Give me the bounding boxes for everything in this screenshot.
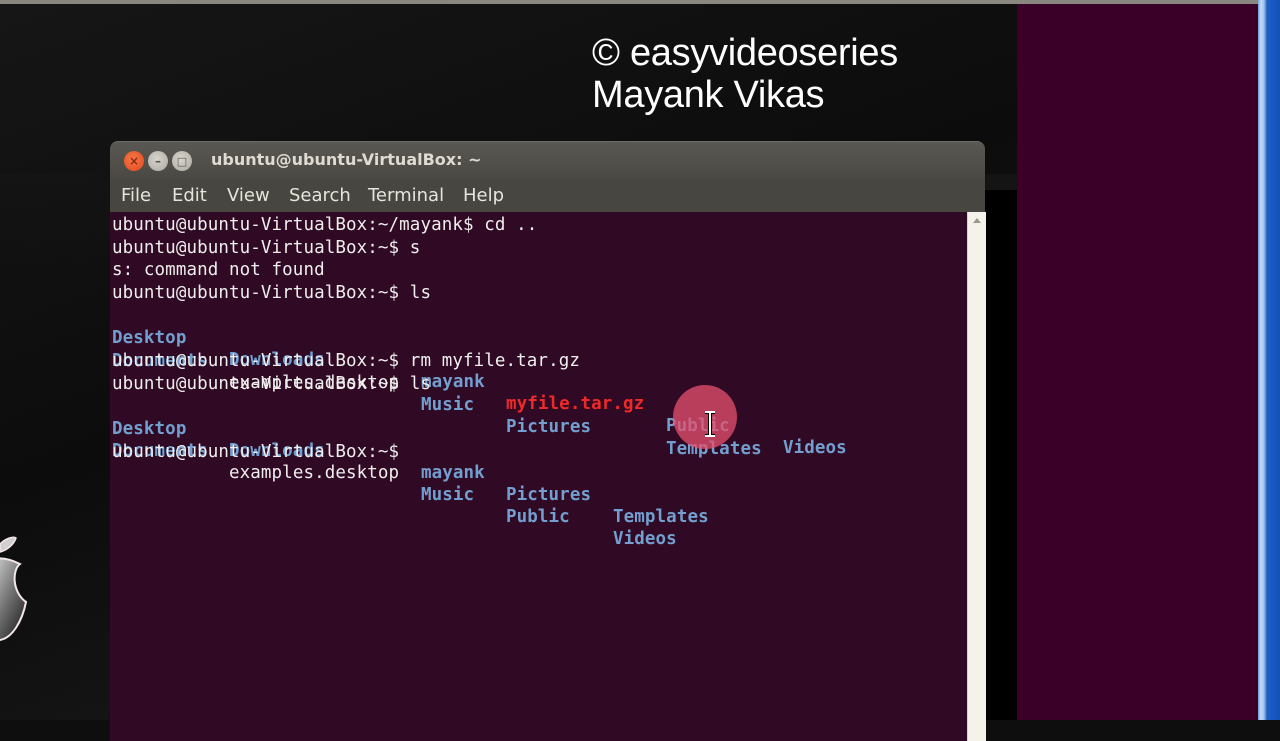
terminal-line: ubuntu@ubuntu-VirtualBox:~/mayank$ cd .. bbox=[112, 215, 538, 235]
background-terminal-window bbox=[1017, 4, 1258, 720]
apple-logo-icon bbox=[0, 536, 28, 642]
terminal-line: ubuntu@ubuntu-VirtualBox:~$ s bbox=[112, 237, 421, 258]
watermark-copyright: © easyvideoseries bbox=[592, 32, 898, 74]
menu-terminal[interactable]: Terminal bbox=[368, 185, 444, 206]
terminal-line: ubuntu@ubuntu-VirtualBox:~$ ls bbox=[112, 373, 432, 394]
host-window-border bbox=[1258, 0, 1280, 720]
menu-file[interactable]: File bbox=[121, 185, 151, 206]
terminal-line: s: command not found bbox=[112, 260, 325, 281]
terminal-window: × – □ ubuntu@ubuntu-VirtualBox: ~ File E… bbox=[110, 141, 986, 741]
scroll-up-arrow-icon[interactable] bbox=[973, 218, 981, 223]
window-title: ubuntu@ubuntu-VirtualBox: ~ bbox=[211, 150, 482, 169]
ls-entry-directory: mayank bbox=[421, 462, 485, 483]
close-button[interactable]: × bbox=[124, 151, 144, 171]
terminal-output[interactable]: ubuntu@ubuntu-VirtualBox:~/mayank$ cd ..… bbox=[110, 212, 967, 741]
menu-view[interactable]: View bbox=[227, 185, 270, 206]
terminal-scrollbar[interactable] bbox=[967, 212, 986, 741]
maximize-icon: □ bbox=[176, 154, 188, 168]
close-icon: × bbox=[128, 154, 140, 168]
ls-entry-directory: Pictures bbox=[506, 484, 592, 505]
maximize-button[interactable]: □ bbox=[172, 151, 192, 171]
watermark: © easyvideoseries Mayank Vikas bbox=[592, 32, 898, 116]
ls-output-row: Documents examples.desktop Music Public … bbox=[112, 418, 872, 549]
menu-bar: File Edit View Search Terminal Help bbox=[110, 179, 985, 213]
menu-help[interactable]: Help bbox=[463, 185, 504, 206]
ls-entry-directory: Templates bbox=[613, 506, 709, 527]
ls-entry-file: examples.desktop bbox=[229, 463, 400, 484]
title-bar[interactable]: × – □ ubuntu@ubuntu-VirtualBox: ~ bbox=[110, 141, 985, 180]
terminal-line: ubuntu@ubuntu-VirtualBox:~$ ls bbox=[112, 283, 432, 304]
menu-edit[interactable]: Edit bbox=[172, 185, 207, 206]
window-shadow-gap bbox=[985, 190, 1017, 720]
watermark-author: Mayank Vikas bbox=[592, 74, 825, 116]
text-cursor-ibeam-icon bbox=[705, 411, 715, 437]
menu-search[interactable]: Search bbox=[289, 185, 351, 206]
ls-entry-directory: Music bbox=[421, 485, 475, 506]
ls-output-row: Desktop Downloads mayank myfile.tar.gz P… bbox=[112, 305, 872, 458]
terminal-line: ubuntu@ubuntu-VirtualBox:~$ rm myfile.ta… bbox=[112, 351, 580, 372]
minimize-button[interactable]: – bbox=[148, 151, 168, 171]
ls-entry-directory: Public bbox=[506, 507, 570, 528]
minimize-icon: – bbox=[155, 154, 161, 168]
ls-output-row: Desktop Downloads mayank Pictures Templa… bbox=[112, 396, 872, 527]
terminal-prompt[interactable]: ubuntu@ubuntu-VirtualBox:~$ bbox=[112, 441, 399, 463]
ls-entry-directory: Videos bbox=[613, 529, 677, 550]
ls-output-row: Documents examples.desktop Music Picture… bbox=[112, 328, 872, 459]
